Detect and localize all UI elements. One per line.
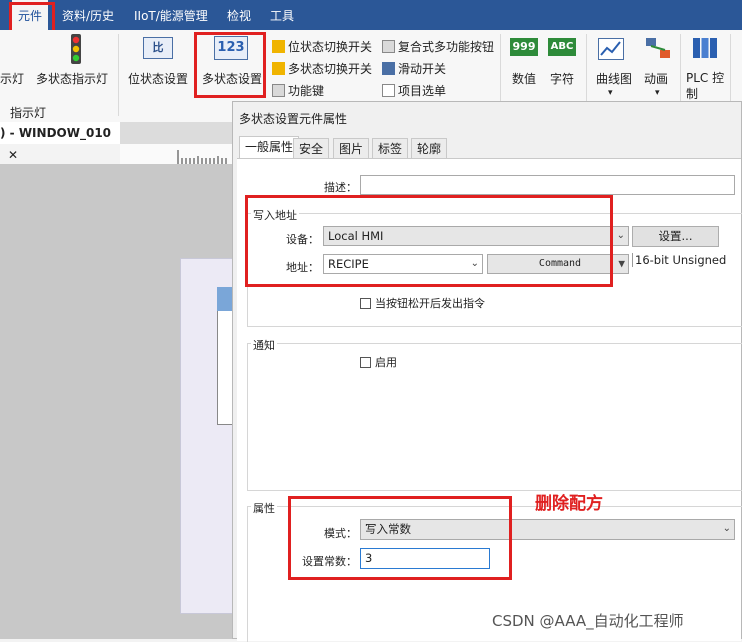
mode-select[interactable]: 写入常数 ⌄ — [360, 519, 735, 540]
bit-toggle-switch-button[interactable]: 位状态切换开关 — [272, 38, 372, 55]
menu-item-components[interactable]: 元件 — [12, 0, 49, 30]
combo-button[interactable]: 复合式多功能按钮 — [382, 38, 494, 55]
address-label: 地址： — [286, 261, 319, 274]
chevron-down-icon: ⌄ — [722, 523, 731, 534]
multi-state-indicator-button[interactable]: 多状态指示灯 — [36, 70, 108, 87]
bit-toggle-label: 位状态切换开关 — [288, 40, 373, 54]
function-key-button[interactable]: 功能键 — [272, 82, 324, 99]
trend-chart-button[interactable]: 曲线图 — [596, 70, 632, 87]
description-label: 描述： — [324, 181, 357, 194]
lamp-button-label[interactable]: 示灯 — [0, 70, 24, 87]
description-input[interactable] — [360, 175, 735, 195]
command-select[interactable]: Command ▼ — [487, 254, 629, 274]
data-type-label: 16-bit Unsigned — [632, 253, 726, 267]
attributes-group-label: 属性 — [251, 500, 277, 516]
animation-button[interactable]: 动画 — [644, 70, 668, 87]
combo-button-icon — [382, 40, 395, 53]
combo-button-label: 复合式多功能按钮 — [398, 40, 495, 54]
menu-item-tools[interactable]: 工具 — [264, 0, 300, 30]
numeric-icon: 999 — [510, 38, 538, 56]
ruler-ticks — [177, 150, 227, 164]
notification-group — [247, 343, 742, 491]
dialog-title: 多状态设置元件属性 — [239, 112, 348, 126]
function-key-label: 功能键 — [288, 84, 325, 98]
release-command-label: 当按钮松开后发出指令 — [375, 297, 485, 310]
device-select[interactable]: Local HMI ⌄ — [323, 226, 629, 246]
numeric-button[interactable]: 数值 — [512, 70, 536, 87]
plc-control-button[interactable]: PLC 控制 — [686, 70, 726, 102]
constant-label: 设置常数： — [302, 555, 357, 568]
multi-state-setting-icon: 123 — [214, 36, 248, 60]
command-value: Command — [538, 258, 582, 269]
enable-notification-label: 启用 — [375, 356, 397, 369]
ribbon-separator — [118, 34, 119, 116]
indicator-group-label: 指示灯 — [10, 106, 47, 120]
item-menu-label: 项目选单 — [398, 84, 447, 98]
plc-control-icon — [692, 36, 718, 63]
chevron-down-icon: ⌄ — [470, 258, 479, 269]
device-label: 设备： — [286, 233, 319, 246]
bit-toggle-icon — [272, 40, 285, 53]
device-settings-button[interactable]: 设置... — [632, 226, 719, 247]
tab-outline[interactable]: 轮廓 — [411, 138, 448, 160]
char-icon: ABC — [548, 38, 576, 56]
slide-switch-label: 滑动开关 — [398, 62, 447, 76]
constant-input[interactable]: 3 — [360, 548, 490, 569]
properties-dialog: 多状态设置元件属性 一般属性 安全 图片 标签 轮廓 描述： 写入地址 设备： … — [232, 101, 742, 642]
tab-security[interactable]: 安全 — [293, 138, 330, 160]
hmi-page[interactable] — [180, 258, 237, 614]
release-command-checkbox[interactable] — [360, 298, 371, 309]
address-value: RECIPE — [328, 257, 369, 271]
menu-item-view[interactable]: 检视 — [221, 0, 257, 30]
multi-toggle-label: 多状态切换开关 — [288, 62, 373, 76]
trend-dropdown-arrow-icon[interactable]: ▾ — [608, 88, 613, 98]
notification-group-label: 通知 — [251, 337, 277, 353]
tab-picture[interactable]: 图片 — [333, 138, 370, 160]
slide-switch-button[interactable]: 滑动开关 — [382, 60, 446, 77]
general-panel: 描述： 写入地址 设备： Local HMI ⌄ 设置... 地址： RECIP… — [237, 158, 742, 642]
multi-state-toggle-button[interactable]: 多状态切换开关 — [272, 60, 372, 77]
animation-icon — [644, 36, 672, 65]
item-menu-button[interactable]: 项目选单 — [382, 82, 446, 99]
bit-setting-button[interactable]: 位状态设置 — [128, 70, 188, 87]
traffic-light-icon — [68, 34, 84, 67]
address-select[interactable]: RECIPE ⌄ — [323, 254, 483, 274]
bit-setting-icon: 比 — [143, 37, 173, 59]
menu-bar: 元件 资料/历史 IIoT/能源管理 检视 工具 — [0, 0, 742, 30]
tab-label[interactable]: 标签 — [372, 138, 409, 160]
mode-label: 模式： — [324, 527, 357, 540]
char-button[interactable]: 字符 — [550, 70, 574, 87]
chevron-down-icon: ⌄ — [616, 230, 625, 241]
ruler — [120, 144, 232, 165]
document-tab-label: ) - WINDOW_010 — [0, 126, 112, 140]
document-tab[interactable]: ) - WINDOW_010 ✕ — [0, 122, 120, 162]
tab-general[interactable]: 一般属性 — [239, 136, 300, 160]
slide-switch-icon — [382, 62, 395, 75]
enable-notification-checkbox[interactable] — [360, 357, 371, 368]
menu-item-data-history[interactable]: 资料/历史 — [56, 0, 120, 30]
write-address-group-label: 写入地址 — [251, 207, 299, 223]
animation-dropdown-arrow-icon[interactable]: ▾ — [655, 88, 660, 98]
watermark: CSDN @AAA_自动化工程师 — [492, 612, 684, 630]
item-menu-icon — [382, 84, 395, 97]
device-value: Local HMI — [328, 229, 384, 243]
function-key-icon — [272, 84, 285, 97]
close-icon[interactable]: ✕ — [8, 148, 18, 162]
mode-value: 写入常数 — [365, 522, 411, 536]
multi-toggle-icon — [272, 62, 285, 75]
menu-item-iiot-energy[interactable]: IIoT/能源管理 — [128, 0, 214, 30]
multi-state-setting-button[interactable]: 多状态设置 — [202, 70, 262, 87]
dropdown-arrow-icon: ▼ — [618, 257, 625, 270]
annotation-note: 删除配方 — [535, 494, 603, 514]
trend-chart-icon — [598, 38, 624, 63]
